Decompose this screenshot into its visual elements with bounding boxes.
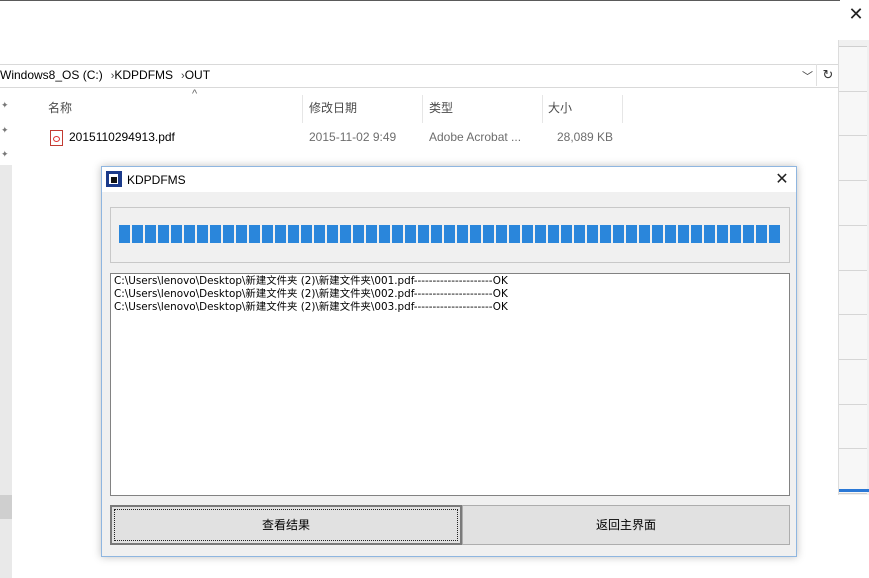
right-pane-cell bbox=[839, 136, 867, 182]
result-log[interactable]: C:\Users\lenovo\Desktop\新建文件夹 (2)\新建文件夹\… bbox=[110, 273, 790, 496]
column-divider[interactable] bbox=[622, 95, 623, 123]
scrollbar-thumb[interactable] bbox=[0, 495, 12, 519]
log-line: C:\Users\lenovo\Desktop\新建文件夹 (2)\新建文件夹\… bbox=[114, 288, 508, 300]
pin-icon[interactable]: ✦ bbox=[1, 125, 9, 136]
file-list-row[interactable]: 2015110294913.pdf 2015-11-02 9:49 Adobe … bbox=[26, 127, 646, 149]
right-pane-cell bbox=[839, 359, 867, 405]
address-bar[interactable]: Windows8_OS (C:) ›KDPDFMS ›OUT ﹀ ↻ bbox=[0, 64, 838, 88]
window-top-border bbox=[0, 0, 840, 1]
progress-bar bbox=[119, 225, 781, 243]
column-headers: ^ 名称 修改日期 类型 大小 bbox=[26, 88, 626, 123]
right-pane-cell bbox=[839, 225, 867, 271]
file-modified-date: 2015-11-02 9:49 bbox=[309, 130, 397, 144]
pin-icon[interactable]: ✦ bbox=[1, 149, 9, 160]
navigation-scrollbar[interactable] bbox=[0, 165, 12, 578]
log-line: C:\Users\lenovo\Desktop\新建文件夹 (2)\新建文件夹\… bbox=[114, 301, 508, 313]
breadcrumb-item-drive[interactable]: Windows8_OS (C:) bbox=[0, 68, 103, 82]
right-pane bbox=[839, 46, 867, 494]
column-header-name[interactable]: 名称 bbox=[26, 95, 302, 123]
right-pane-cell bbox=[839, 315, 867, 360]
progress-group bbox=[110, 207, 790, 263]
dialog-close-icon[interactable]: ✕ bbox=[768, 167, 796, 192]
column-header-size[interactable]: 大小 bbox=[526, 95, 616, 123]
pdf-file-icon bbox=[50, 130, 63, 146]
progress-bar-fill bbox=[119, 225, 781, 243]
column-header-modified[interactable]: 修改日期 bbox=[287, 95, 407, 123]
explorer-close-icon[interactable]: ✕ bbox=[846, 4, 866, 24]
breadcrumb: Windows8_OS (C:) ›KDPDFMS ›OUT bbox=[0, 68, 210, 82]
column-header-type[interactable]: 类型 bbox=[407, 95, 527, 123]
dialog-title: KDPDFMS bbox=[127, 173, 186, 187]
right-pane-accent bbox=[839, 489, 869, 492]
file-name: 2015110294913.pdf bbox=[69, 130, 175, 144]
pin-icon[interactable]: ✦ bbox=[1, 100, 9, 111]
kdpdfms-dialog: KDPDFMS ✕ C:\Users\lenovo\Desktop\新建文件夹 … bbox=[101, 166, 797, 557]
breadcrumb-item-out[interactable]: OUT bbox=[185, 68, 210, 82]
right-pane-cell bbox=[839, 47, 867, 92]
refresh-icon[interactable]: ↻ bbox=[816, 64, 839, 86]
app-icon bbox=[106, 171, 122, 187]
right-pane-cell bbox=[839, 449, 867, 494]
right-pane-cell bbox=[839, 91, 867, 137]
right-pane-cell bbox=[839, 270, 867, 316]
view-results-button[interactable]: 查看结果 bbox=[110, 505, 462, 545]
right-pane-cell bbox=[839, 404, 867, 450]
file-type: Adobe Acrobat ... bbox=[429, 130, 522, 144]
breadcrumb-item-kdpdfms[interactable]: KDPDFMS bbox=[114, 68, 173, 82]
log-line: C:\Users\lenovo\Desktop\新建文件夹 (2)\新建文件夹\… bbox=[114, 275, 508, 287]
back-to-main-button[interactable]: 返回主界面 bbox=[462, 505, 790, 545]
dialog-title-bar[interactable]: KDPDFMS ✕ bbox=[102, 167, 796, 192]
right-pane-cell bbox=[839, 181, 867, 226]
chevron-down-icon[interactable]: ﹀ bbox=[802, 68, 813, 84]
file-size: 28,089 KB bbox=[557, 130, 614, 144]
